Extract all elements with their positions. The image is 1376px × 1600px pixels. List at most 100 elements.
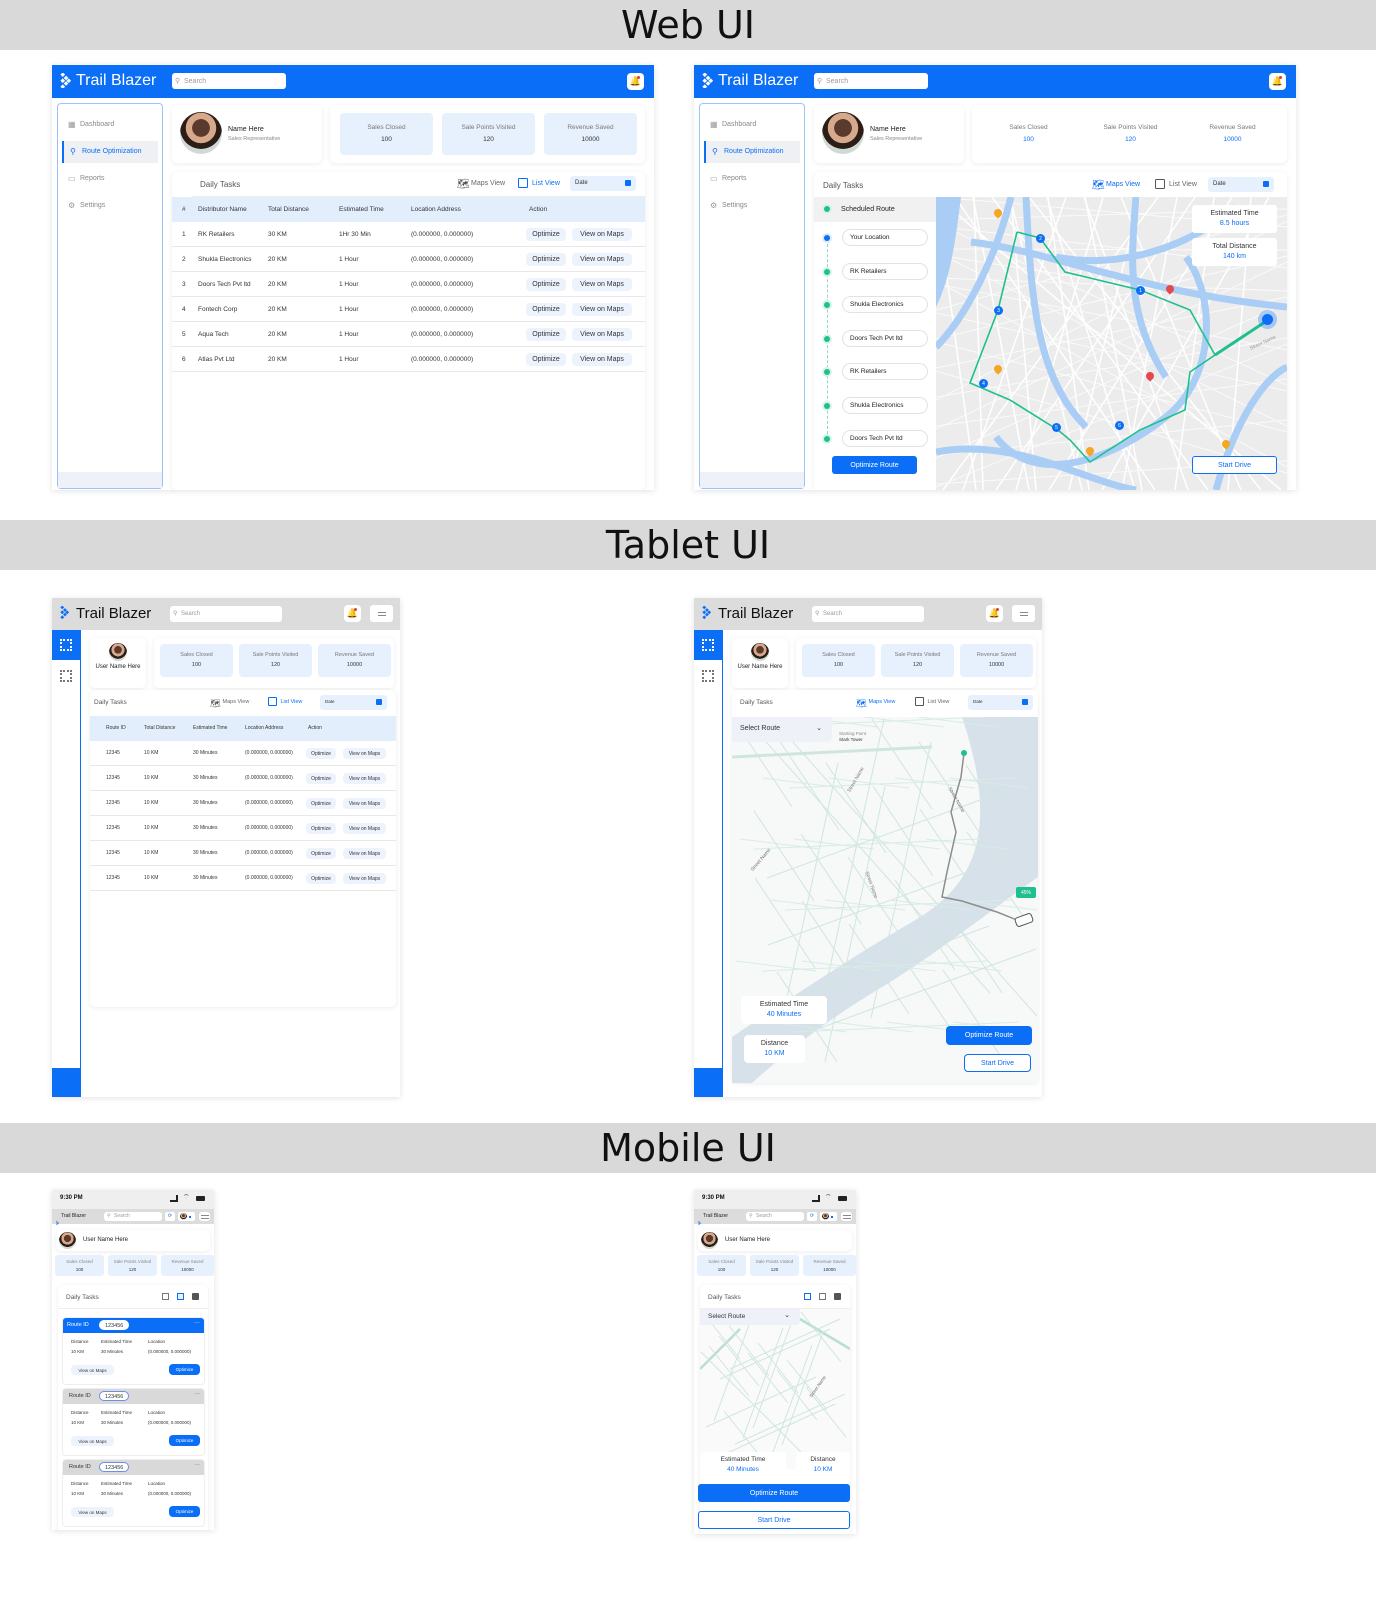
maps-view-toggle[interactable] bbox=[162, 1293, 169, 1300]
route-stop[interactable]: Your Location bbox=[842, 229, 928, 246]
optimize-button[interactable]: Optimize bbox=[306, 798, 336, 809]
optimize-button[interactable]: Optimize bbox=[526, 253, 566, 266]
nav-dashboard[interactable] bbox=[52, 661, 80, 691]
optimize-route-button[interactable]: Optimize Route bbox=[832, 456, 917, 474]
notification-button[interactable]: 🔔 bbox=[344, 605, 361, 622]
optimize-button[interactable]: Optimize bbox=[306, 873, 336, 884]
sidebar-item-route-optimization[interactable]: ⚲ Route Optimization bbox=[704, 141, 800, 163]
list-view-toggle[interactable]: List View bbox=[1155, 179, 1205, 190]
optimize-button[interactable]: Optimize bbox=[526, 303, 566, 316]
menu-button[interactable] bbox=[1012, 605, 1035, 622]
maps-view-toggle[interactable]: 🗺 Maps View bbox=[856, 698, 916, 708]
nav-dashboard-active[interactable] bbox=[52, 630, 80, 660]
view-on-maps-button[interactable]: View on Maps bbox=[343, 773, 386, 784]
view-on-maps-button[interactable]: View on Maps bbox=[343, 848, 386, 859]
route-marker[interactable]: 3 bbox=[994, 306, 1003, 315]
calendar-icon[interactable] bbox=[192, 1293, 199, 1300]
view-on-maps-button[interactable]: View on Maps bbox=[572, 253, 632, 266]
select-route-dropdown[interactable]: Select Route ⌄ bbox=[732, 717, 832, 742]
route-marker[interactable]: 5 bbox=[1052, 423, 1061, 432]
view-on-maps-button[interactable]: View on Maps bbox=[71, 1436, 114, 1446]
search-field[interactable]: ⚲ Search bbox=[812, 606, 924, 622]
optimize-route-button[interactable]: Optimize Route bbox=[698, 1484, 850, 1502]
view-on-maps-button[interactable]: View on Maps bbox=[572, 303, 632, 316]
route-card[interactable]: Route ID 123456 ··· Distance 10 KM Estimated … bbox=[62, 1388, 205, 1456]
date-picker[interactable]: Date bbox=[968, 695, 1033, 710]
profile-menu-button[interactable] bbox=[178, 1212, 195, 1221]
search-field[interactable]: ⚲ Search bbox=[746, 1212, 804, 1221]
profile-menu-button[interactable] bbox=[820, 1212, 837, 1221]
view-on-maps-button[interactable]: View on Maps bbox=[572, 328, 632, 341]
optimize-button[interactable]: Optimize bbox=[306, 823, 336, 834]
date-picker[interactable]: Date bbox=[1208, 177, 1274, 192]
view-on-maps-button[interactable]: View on Maps bbox=[572, 353, 632, 366]
view-on-maps-button[interactable]: View on Maps bbox=[343, 873, 386, 884]
maps-view-toggle[interactable]: 🗺 Maps View bbox=[457, 179, 517, 190]
maps-view-toggle[interactable]: 🗺 Maps View bbox=[210, 698, 270, 708]
search-input[interactable] bbox=[172, 73, 286, 89]
list-view-toggle[interactable] bbox=[177, 1293, 184, 1300]
route-map[interactable]: Street Name bbox=[700, 1309, 850, 1469]
optimize-button[interactable]: Optimize bbox=[526, 278, 566, 291]
search-input[interactable] bbox=[812, 606, 924, 622]
start-drive-button[interactable]: Start Drive bbox=[964, 1054, 1031, 1072]
menu-button[interactable] bbox=[841, 1212, 852, 1221]
route-card[interactable]: Route ID 123456 ··· Distance 10 KM Estimated … bbox=[62, 1459, 205, 1527]
optimize-button[interactable]: Optimize bbox=[526, 228, 566, 241]
route-marker[interactable]: 2 bbox=[1036, 234, 1045, 243]
optimize-button[interactable]: Optimize bbox=[169, 1506, 200, 1517]
route-marker[interactable]: 6 bbox=[1115, 421, 1124, 430]
list-view-toggle[interactable]: List View bbox=[915, 697, 965, 708]
maps-view-toggle[interactable]: 🗺 Maps View bbox=[1092, 180, 1152, 191]
route-stop[interactable]: Shukla Electronics bbox=[842, 396, 928, 414]
sidebar-item-dashboard[interactable]: ▦ Dashboard bbox=[704, 114, 800, 136]
date-picker[interactable]: Date bbox=[320, 695, 387, 710]
list-view-toggle[interactable] bbox=[819, 1293, 826, 1300]
optimize-button[interactable]: Optimize bbox=[306, 748, 336, 759]
optimize-button[interactable]: Optimize bbox=[169, 1435, 200, 1446]
optimize-button[interactable]: Optimize bbox=[306, 848, 336, 859]
view-on-maps-button[interactable]: View on Maps bbox=[572, 228, 632, 241]
route-stop[interactable]: Shukla Electronics bbox=[842, 296, 928, 313]
start-drive-button[interactable]: Start Drive bbox=[1192, 456, 1277, 474]
route-marker[interactable]: 1 bbox=[1136, 286, 1145, 295]
list-view-toggle[interactable]: List View bbox=[518, 178, 568, 189]
search-field[interactable]: ⚲ Search bbox=[170, 606, 282, 622]
route-stop[interactable]: Doors Tech Pvt ltd bbox=[842, 430, 928, 447]
route-marker[interactable]: 4 bbox=[979, 379, 988, 388]
nav-dashboard[interactable] bbox=[694, 661, 722, 691]
search-field[interactable]: ⚲ Search bbox=[104, 1212, 162, 1221]
route-stop[interactable]: Doors Tech Pvt ltd bbox=[842, 329, 928, 347]
more-options-icon[interactable]: ··· bbox=[194, 1391, 200, 1397]
sidebar-item-reports[interactable]: ▭ Reports bbox=[704, 168, 800, 190]
sync-button[interactable]: ⟳ bbox=[165, 1212, 175, 1221]
sidebar-item-dashboard[interactable]: ▦ Dashboard bbox=[62, 114, 158, 136]
optimize-button[interactable]: Optimize bbox=[306, 773, 336, 784]
view-on-maps-button[interactable]: View on Maps bbox=[343, 798, 386, 809]
sidebar-item-reports[interactable]: ▭ Reports bbox=[62, 168, 158, 190]
view-on-maps-button[interactable]: View on Maps bbox=[343, 823, 386, 834]
optimize-button[interactable]: Optimize bbox=[169, 1364, 200, 1375]
view-on-maps-button[interactable]: View on Maps bbox=[572, 278, 632, 291]
more-options-icon[interactable]: ··· bbox=[194, 1320, 200, 1326]
select-route-dropdown[interactable]: Select Route ⌄ bbox=[700, 1309, 800, 1325]
nav-dashboard-active[interactable] bbox=[694, 630, 722, 660]
menu-button[interactable] bbox=[199, 1212, 210, 1221]
route-map[interactable]: 1 2 3 4 5 6 Street Name Estimated Time 8.5 hours… bbox=[936, 197, 1287, 490]
optimize-button[interactable]: Optimize bbox=[526, 353, 566, 366]
search-input[interactable] bbox=[170, 606, 282, 622]
search-input[interactable] bbox=[814, 73, 928, 89]
sidebar-item-settings[interactable]: ⚙ Settings bbox=[704, 195, 800, 217]
sidebar-item-route-optimization[interactable]: ⚲ Route Optimization bbox=[62, 141, 158, 163]
menu-button[interactable] bbox=[370, 605, 393, 622]
optimize-button[interactable]: Optimize bbox=[526, 328, 566, 341]
notification-button[interactable]: 🔔 bbox=[986, 605, 1003, 622]
maps-view-toggle[interactable] bbox=[804, 1293, 811, 1300]
notification-button[interactable]: 🔔 bbox=[1269, 73, 1286, 90]
calendar-icon[interactable] bbox=[834, 1293, 841, 1300]
sidebar-item-settings[interactable]: ⚙ Settings bbox=[62, 195, 158, 217]
date-picker[interactable]: Date bbox=[570, 176, 636, 191]
search-field[interactable]: ⚲ Search bbox=[814, 73, 928, 89]
list-view-toggle[interactable]: List View bbox=[268, 697, 318, 708]
view-on-maps-button[interactable]: View on Maps bbox=[71, 1365, 114, 1375]
